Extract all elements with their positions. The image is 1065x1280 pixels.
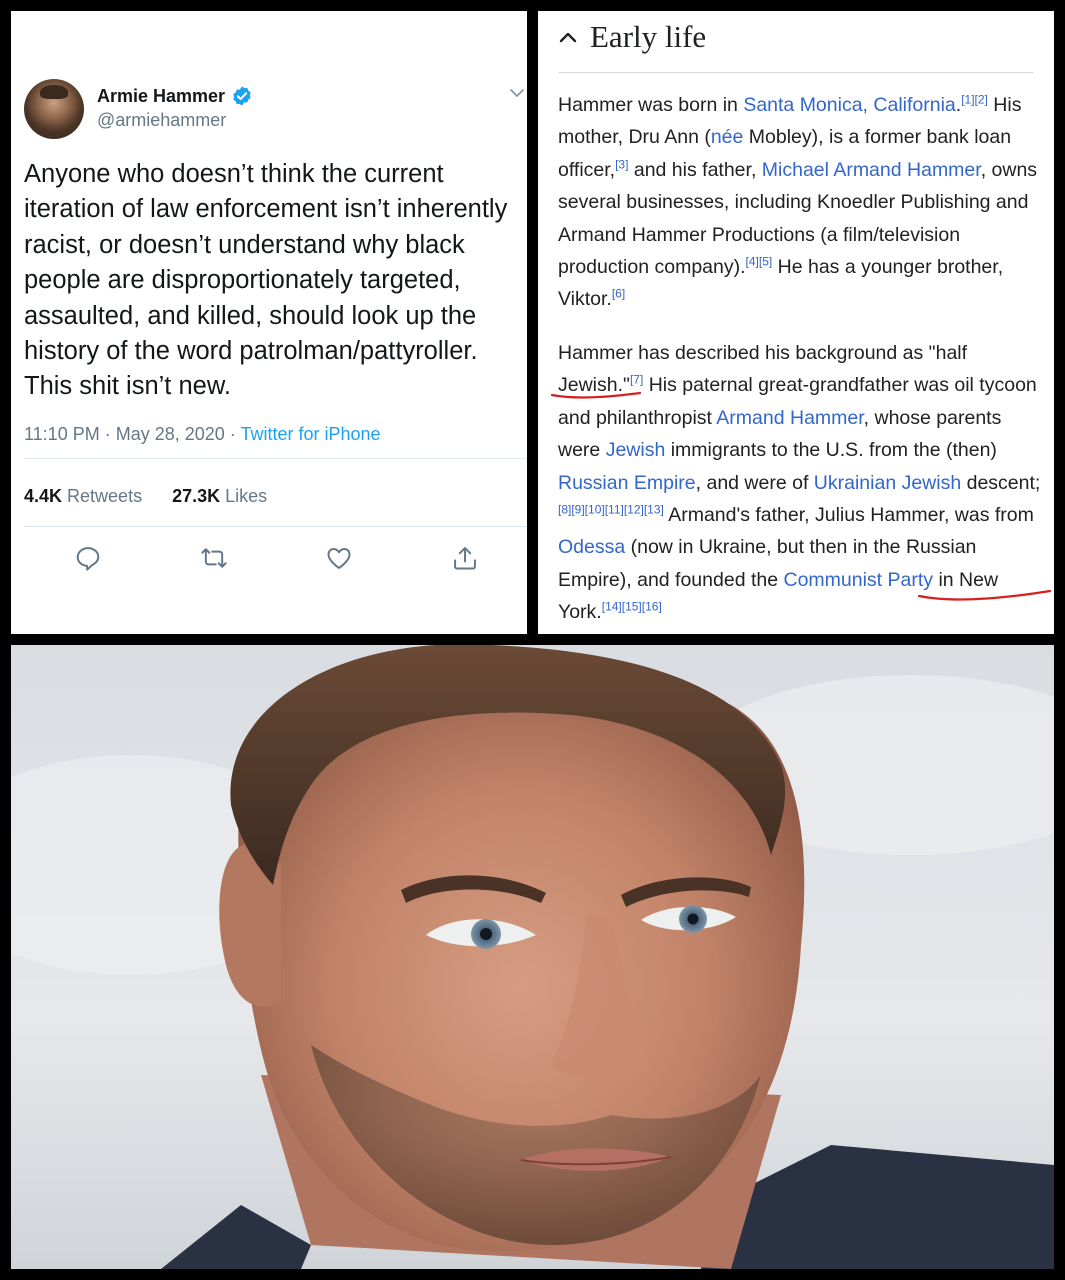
text: , and were of	[695, 471, 814, 494]
tweet-stats: 4.4K Retweets 27.3K Likes	[24, 486, 267, 507]
avatar[interactable]	[24, 79, 84, 139]
link-ukrainian-jewish[interactable]: Ukrainian Jewish	[814, 472, 961, 494]
wikipedia-section: Early life Hammer was born in Santa Moni…	[538, 11, 1054, 634]
verified-badge-icon	[233, 86, 251, 106]
section-title: Early life	[590, 19, 707, 54]
author-row: Armie Hammer	[97, 85, 253, 107]
likes-label: Likes	[220, 486, 268, 506]
underlined-jewish-quote: Jewish."	[558, 374, 630, 397]
retweet-icon[interactable]	[200, 544, 228, 572]
link-armand-hammer[interactable]: Armand Hammer	[716, 407, 863, 429]
citation-ref[interactable]: [3]	[615, 157, 628, 171]
section-header[interactable]: Early life	[558, 19, 706, 55]
author-handle[interactable]: @armiehammer	[97, 110, 226, 131]
link-russian-empire[interactable]: Russian Empire	[558, 472, 696, 494]
text: and his father,	[628, 158, 762, 181]
text: immigrants to the U.S. from the (then)	[665, 439, 997, 462]
divider	[24, 526, 527, 527]
tweet-meta: 11:10 PM · May 28, 2020 · Twitter for iP…	[24, 424, 381, 445]
paragraph-1: Hammer was born in Santa Monica, Califor…	[558, 89, 1043, 316]
tweet-card: Armie Hammer @armiehammer Anyone who doe…	[11, 11, 527, 634]
link-michael-armand-hammer[interactable]: Michael Armand Hammer	[762, 159, 981, 181]
link-jewish[interactable]: Jewish	[606, 439, 666, 461]
text: Hammer has described his background as "…	[558, 342, 968, 364]
link-nee[interactable]: née	[711, 126, 744, 148]
text: Hammer was born in	[558, 94, 744, 116]
retweets-count: 4.4K	[24, 486, 63, 506]
link-santa-monica[interactable]: Santa Monica, California	[743, 94, 955, 116]
chevron-up-icon[interactable]	[558, 30, 578, 44]
likes-stat[interactable]: 27.3K Likes	[172, 486, 267, 506]
chevron-down-icon[interactable]	[509, 87, 525, 99]
citation-ref[interactable]: [8][9][10][11][12][13]	[558, 503, 664, 517]
text: descent;	[961, 471, 1041, 494]
divider	[24, 458, 527, 459]
citation-ref[interactable]: [7]	[630, 373, 643, 387]
portrait-image	[11, 645, 1054, 1269]
reply-icon[interactable]	[74, 544, 102, 572]
citation-ref[interactable]: [14][15][16]	[602, 600, 662, 614]
link-communist-party[interactable]: Communist Party	[783, 569, 933, 591]
portrait-photo	[11, 645, 1054, 1269]
likes-count: 27.3K	[172, 486, 221, 506]
citation-ref[interactable]: [1][2]	[961, 93, 988, 107]
text: Armand's father, Julius Hammer, was from	[663, 504, 1034, 527]
jewish-quote-group: Jewish."[7]	[558, 373, 643, 397]
tweet-source-link[interactable]: Twitter for iPhone	[240, 424, 380, 444]
link-odessa[interactable]: Odessa	[558, 536, 625, 558]
citation-ref[interactable]: [6]	[612, 287, 625, 301]
retweets-stat[interactable]: 4.4K Retweets	[24, 486, 142, 506]
paragraph-2: Hammer has described his background as "…	[558, 337, 1043, 629]
author-name[interactable]: Armie Hammer	[97, 86, 225, 107]
like-heart-icon[interactable]	[325, 544, 353, 572]
citation-ref[interactable]: [4][5]	[746, 255, 773, 269]
tweet-timestamp[interactable]: 11:10 PM · May 28, 2020 ·	[24, 424, 240, 444]
tweet-text: Anyone who doesn’t think the current ite…	[24, 160, 508, 401]
section-divider	[558, 72, 1034, 73]
retweets-label: Retweets	[62, 486, 143, 506]
share-icon[interactable]	[451, 544, 479, 572]
